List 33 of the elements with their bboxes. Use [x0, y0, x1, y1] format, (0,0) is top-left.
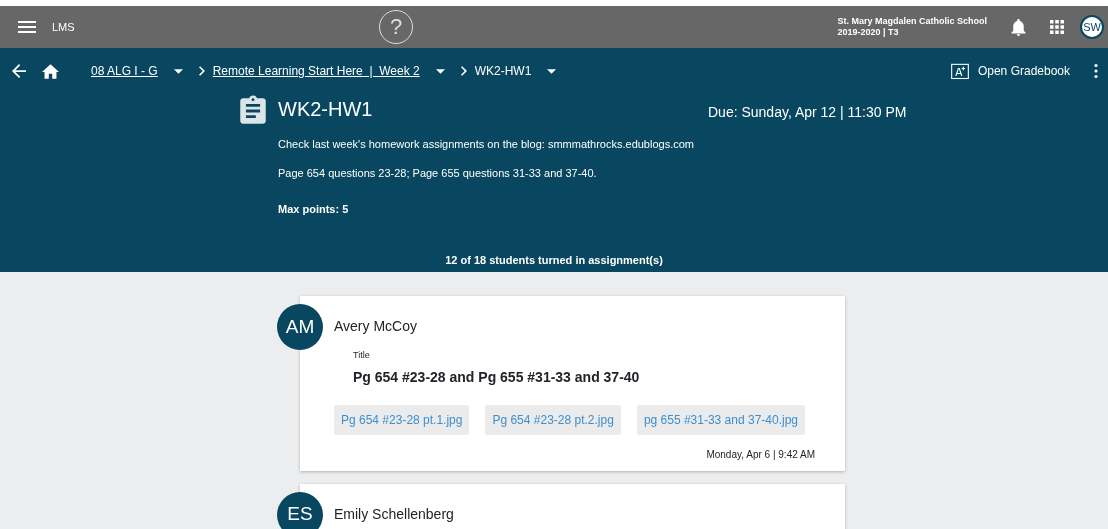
student-avatar: ES: [277, 491, 323, 529]
back-arrow-icon[interactable]: [12, 64, 26, 78]
assignment-description: Page 654 questions 23-28; Page 655 questions 31-33 and 37-40.: [278, 165, 598, 181]
submission-title: Pg 654 #23-28 and Pg 655 #31-33 and 37-40: [353, 367, 641, 387]
caret-icon[interactable]: [173, 68, 183, 74]
user-avatar[interactable]: SW: [1080, 15, 1104, 39]
term-label: 2019-2020 | T3: [837, 27, 900, 39]
assignment-description: Check last week's homework assignments on the blog: smmmathrocks.edublogs.com: [278, 137, 695, 152]
menu-icon[interactable]: [18, 21, 36, 33]
student-avatar: AM: [277, 304, 323, 350]
turned-in-count: 12 of 18 students turned in assignment(s): [445, 252, 663, 268]
bell-icon[interactable]: [1011, 18, 1026, 36]
assignment-title: WK2-HW1: [278, 97, 374, 122]
breadcrumb-link[interactable]: WK2-HW1: [474, 62, 532, 80]
breadcrumb-link[interactable]: 08 ALG I - G: [91, 62, 158, 80]
chevron-icon: [198, 66, 205, 76]
caret-icon[interactable]: [547, 68, 557, 74]
open-gradebook-button[interactable]: Open Gradebook: [949, 61, 1070, 81]
chevron-icon: [460, 66, 467, 76]
more-icon[interactable]: [1094, 64, 1098, 78]
title-label: Title: [353, 349, 371, 362]
grade-icon: [949, 61, 970, 81]
home-icon[interactable]: [42, 63, 59, 79]
breadcrumb-link[interactable]: Remote Learning Start Here | Week 2: [212, 62, 420, 80]
submitted-time: Monday, Apr 6 | 9:42 AM: [706, 447, 815, 462]
due-date: Due: Sunday, Apr 12 | 11:30 PM: [708, 103, 907, 122]
grid-icon[interactable]: [1050, 20, 1064, 34]
student-name: Avery McCoy: [334, 317, 418, 336]
app-title: LMS: [52, 19, 75, 35]
student-name: Emily Schellenberg: [334, 504, 455, 524]
school-name: St. Mary Magdalen Catholic School: [837, 15, 987, 27]
max-points: Max points: 5: [278, 202, 350, 217]
caret-icon[interactable]: [435, 68, 445, 74]
